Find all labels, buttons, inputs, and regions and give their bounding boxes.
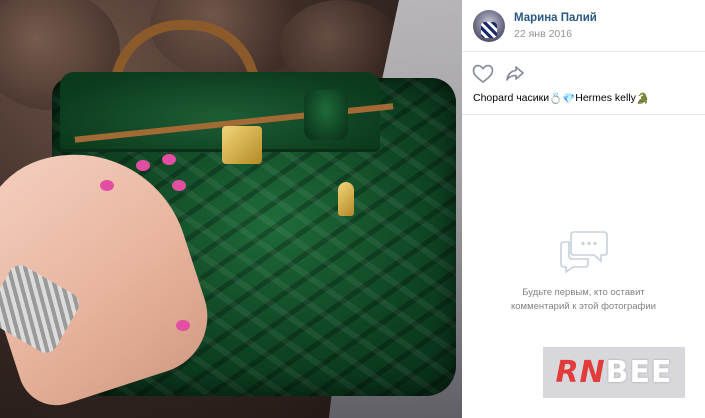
empty-comments-line2: комментарий к этой фотографии [511,301,656,312]
comment-bubble-icon [559,231,608,274]
share-button[interactable] [504,64,526,84]
post-caption: Chopard часики💍💎Hermes kelly🐊 [473,92,649,105]
crocodile-emoji: 🐊 [635,93,650,105]
bag-key [338,182,354,216]
caption-text-2: Hermes kelly [575,92,636,104]
watermark-part1: RN [555,355,606,390]
post-photo[interactable] [0,0,462,418]
post-header: Марина Палий 22 янв 2016 [462,0,705,52]
bag-lock [222,126,262,164]
ring-emoji: 💍 [549,93,563,105]
heart-icon [472,64,494,83]
author-name[interactable]: Марина Палий [514,12,597,24]
watermark-part2: BEE [605,355,673,390]
share-arrow-icon [506,66,524,81]
avatar[interactable] [473,10,505,42]
like-button[interactable] [472,64,494,84]
watermark-logo: RN BEE [543,347,685,398]
gem-emoji: 💎 [562,93,576,105]
caption-text: Chopard часики [473,92,550,104]
comments-empty-state: Будьте первым, кто оставит комментарий к… [462,228,705,314]
empty-comments-line1: Будьте первым, кто оставит [522,287,645,298]
empty-comments-text: Будьте первым, кто оставит комментарий к… [462,286,705,314]
post-date[interactable]: 22 янв 2016 [514,28,572,40]
divider [462,114,705,115]
